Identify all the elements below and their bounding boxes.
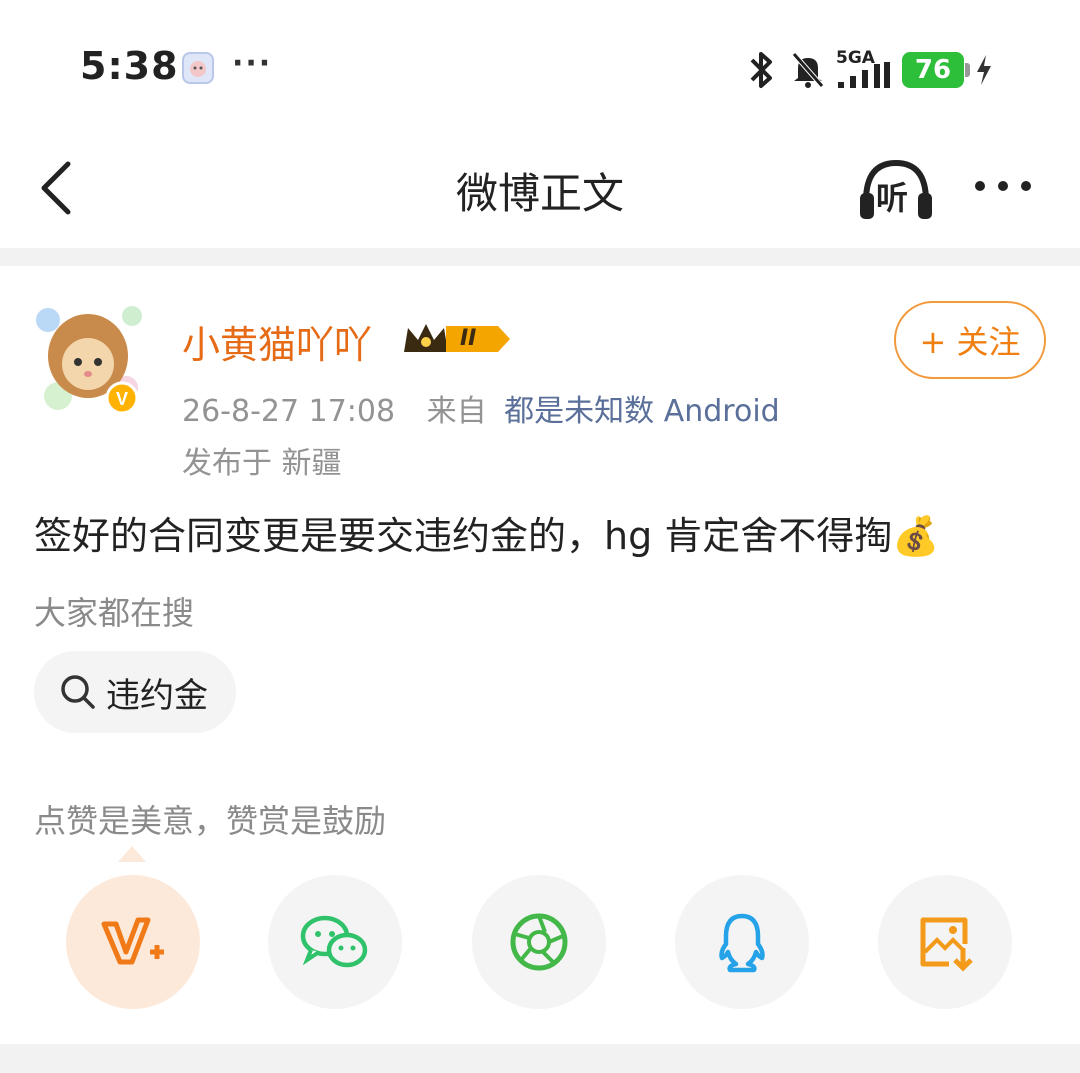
avatar[interactable]: V [28,292,150,416]
svg-text:V: V [116,389,128,409]
qq-icon [719,913,765,973]
battery-icon: 76 [902,52,970,88]
search-term: 违约金 [106,675,208,716]
vip-plus-button[interactable] [66,875,200,1009]
bell-muted-icon [792,52,824,88]
listen-button[interactable]: 听 [856,155,936,225]
save-image-button[interactable] [878,875,1012,1009]
trending-search-label: 大家都在搜 [34,594,195,632]
search-term-chip[interactable]: 违约金 [34,651,236,733]
save-image-icon [920,917,973,972]
more-options-button[interactable] [968,150,1038,220]
follow-button[interactable]: + 关注 [894,301,1046,379]
post-text: 签好的合同变更是要交违约金的，hg 肯定舍不得掏💰 [34,514,940,558]
bottom-divider [0,1044,1080,1073]
share-qq-button[interactable] [675,875,809,1009]
share-wechat-button[interactable] [268,875,402,1009]
post-time: 26-8-27 17:08 [182,394,396,429]
username[interactable]: 小黄猫吖吖 [182,314,372,369]
status-more-icon: ··· [232,46,273,81]
share-moments-button[interactable] [472,875,606,1009]
charging-icon [977,55,991,85]
moments-icon [510,913,568,971]
status-icons: 5GA 76 [744,48,994,92]
bluetooth-icon [750,52,772,88]
wechat-icon [300,915,368,968]
vip-plus-icon [101,917,164,965]
vip-crown-badge[interactable]: II [402,318,512,360]
listen-label: 听 [876,179,909,217]
signal-icon: 5GA [836,48,892,90]
app-notification-icon [182,52,214,84]
section-divider [0,248,1080,266]
tooltip-pointer [118,846,146,862]
source-prefix: 来自 [426,394,487,429]
badge-level: II [460,326,477,351]
reward-prompt: 点赞是美意，赞赏是鼓励 [34,802,387,840]
post-source[interactable]: 都是未知数 Android [504,394,780,429]
status-time: 5:38 [80,44,179,88]
post-meta: 26-8-27 17:08 来自 都是未知数 Android [182,386,780,430]
more-dots-icon [975,181,1031,191]
post-location: 发布于 新疆 [182,446,342,481]
search-icon [61,675,95,709]
